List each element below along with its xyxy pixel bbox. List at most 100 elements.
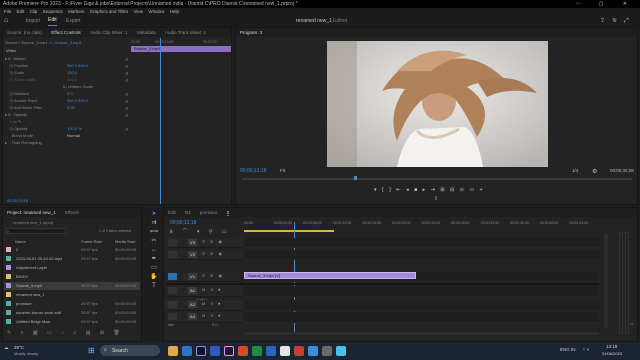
track-target-toggle[interactable] bbox=[168, 313, 177, 320]
menu-file[interactable]: File bbox=[4, 9, 11, 14]
tab-project[interactable]: Project: renamed new_1 bbox=[7, 210, 56, 215]
track-name[interactable]: V3 bbox=[188, 239, 197, 246]
network-volume-icons[interactable]: ◔ ◖ bbox=[582, 347, 589, 353]
project-item-row[interactable]: BIGDY bbox=[4, 273, 140, 281]
track-target-toggle[interactable] bbox=[168, 287, 177, 294]
track-lane[interactable] bbox=[244, 250, 599, 260]
premiere-icon[interactable] bbox=[196, 346, 206, 356]
track-lane[interactable] bbox=[244, 312, 599, 323]
ec-reset-icons[interactable]: ↺ ↺ ↺ ↺ ↺ ↺ ↺ ↺ ↺ bbox=[125, 56, 131, 133]
program-timecode[interactable]: 00;00;13;18 bbox=[240, 168, 266, 174]
track-divider[interactable] bbox=[166, 283, 599, 285]
label-color-swatch[interactable] bbox=[6, 283, 11, 288]
taskbar-search-box[interactable]: ⌕ Search bbox=[100, 345, 160, 356]
track-lock-visibility-icons[interactable]: ⚲ ⊘ ◉ bbox=[202, 251, 224, 256]
project-item-row[interactable]: summer-burner-work-edit 29.97 fps 00;00;00… bbox=[4, 309, 140, 317]
program-quality-dropdown[interactable]: 1/4 bbox=[572, 168, 578, 173]
photoshop-icon[interactable] bbox=[210, 346, 220, 356]
tab-effect-controls[interactable]: Effect Controls bbox=[51, 30, 80, 35]
project-item-row[interactable]: Untitled Beige Mad 29.97 fps 00;00;00;00 bbox=[4, 318, 140, 326]
timeline-tab-3[interactable]: 3 bbox=[226, 210, 230, 216]
program-playhead[interactable] bbox=[354, 176, 357, 180]
track-mute-solo-icons[interactable]: M S ⏺ bbox=[202, 301, 222, 306]
col-name[interactable]: Name bbox=[15, 239, 26, 244]
timeline-tab-b1[interactable]: B1 bbox=[185, 210, 191, 215]
tab-audio-track-mixer[interactable]: Audio Track Mixer: 1 bbox=[165, 30, 206, 35]
after-effects-icon[interactable] bbox=[224, 346, 234, 356]
ec-mask-icons[interactable]: ○ ▭ ✎ bbox=[5, 119, 21, 124]
label-color-swatch[interactable] bbox=[6, 265, 11, 270]
store-icon[interactable] bbox=[308, 346, 318, 356]
home-icon[interactable]: ⌂ bbox=[4, 15, 8, 27]
type-tool-icon[interactable]: T bbox=[148, 282, 160, 291]
tab-source[interactable]: Source: (no clips) bbox=[7, 30, 42, 35]
project-item-row[interactable]: Adjustment Layer bbox=[4, 264, 140, 272]
project-item-row[interactable]: 2023-06-01 09-43-20.mp4 29.97 fps 00;00;00… bbox=[4, 255, 140, 263]
track-lane[interactable] bbox=[244, 300, 599, 311]
program-transport-controls[interactable]: ▾{}⇤◂■▸⇥⊞⊟⊙▭+ bbox=[374, 187, 488, 193]
word-icon[interactable] bbox=[266, 346, 276, 356]
col-media-start[interactable]: Media Start bbox=[115, 239, 135, 244]
label-color-swatch[interactable] bbox=[6, 301, 11, 306]
ec-prop-time-remap[interactable]: ▸ Time Remapping bbox=[5, 140, 42, 145]
excel-icon[interactable] bbox=[252, 346, 262, 356]
timeline-toolbar[interactable]: ⋔ ⌒ ▾ ⚲ ▭ bbox=[169, 228, 231, 235]
project-bottom-toolbar[interactable]: ✎ ≡ ▦ ▭ ○ ⌕ ▤ ⊞ 🗑 bbox=[7, 330, 124, 336]
share-icon[interactable]: ⇪ bbox=[600, 15, 605, 27]
timeline-horizontal-scrollbar[interactable] bbox=[244, 332, 599, 335]
ripple-edit-tool-icon[interactable]: ⟺ bbox=[148, 228, 160, 237]
timeline-timecode[interactable]: 00;00;13;18 bbox=[170, 220, 196, 226]
menu-clip[interactable]: Clip bbox=[30, 9, 38, 14]
label-color-swatch[interactable] bbox=[6, 256, 11, 261]
ec-prop-motion[interactable]: ▸ fx Motion bbox=[5, 56, 25, 61]
track-target-toggle[interactable] bbox=[168, 239, 177, 246]
timeline-vertical-scrollbar[interactable] bbox=[604, 234, 608, 329]
program-fit-dropdown[interactable]: Fit bbox=[280, 168, 285, 173]
track-target-toggle[interactable] bbox=[168, 301, 177, 308]
ec-value-blend[interactable]: Normal bbox=[67, 133, 80, 138]
ec-clip-bar[interactable]: Source_3.mp4 bbox=[131, 46, 231, 52]
timeline-video-clip[interactable]: Source_3.mp4 [V] bbox=[244, 272, 416, 279]
media-player-icon[interactable] bbox=[294, 346, 304, 356]
label-color-swatch[interactable] bbox=[6, 319, 11, 324]
track-name[interactable]: A1 bbox=[188, 287, 197, 294]
col-frame-rate[interactable]: Frame Rate bbox=[81, 239, 102, 244]
ec-value-anchor[interactable]: 960.0 540.0 bbox=[67, 98, 88, 103]
label-color-swatch[interactable] bbox=[6, 292, 11, 297]
pen-tool-icon[interactable]: ✒ bbox=[148, 255, 160, 264]
ec-bottom-timecode[interactable]: 00;00;13;18 bbox=[7, 198, 28, 203]
menu-help[interactable]: Help bbox=[170, 9, 179, 14]
label-color-swatch[interactable] bbox=[6, 247, 11, 252]
clip-label[interactable]: 1 • Source_3.mp4 bbox=[49, 40, 81, 45]
menu-sequence[interactable]: Sequence bbox=[43, 9, 63, 14]
timeline-ruler[interactable]: 00;00 00;00;04;00 00;00;08;00 00;00;12;00 00… bbox=[244, 221, 599, 229]
tab-metadata[interactable]: Metadata bbox=[137, 30, 156, 35]
track-target-toggle[interactable] bbox=[168, 273, 177, 280]
track-lane[interactable] bbox=[244, 286, 599, 297]
track-lane[interactable] bbox=[244, 238, 599, 248]
window-controls[interactable]: – ▢ ✕ bbox=[577, 0, 636, 8]
timeline-tab-promace[interactable]: promace bbox=[200, 210, 218, 215]
project-item-row[interactable]: Source_3.mp4 29.97 fps 00;00;00;00 bbox=[4, 282, 140, 290]
wrench-icon[interactable]: ⚙ bbox=[592, 168, 597, 175]
source-label[interactable]: Source • Source_3.mp4 bbox=[5, 40, 47, 45]
clock-time[interactable]: 13:18 bbox=[606, 344, 617, 349]
start-button-icon[interactable]: ⊞ bbox=[88, 346, 95, 355]
ec-value-antiflicker[interactable]: 0.00 bbox=[67, 105, 75, 110]
label-color-swatch[interactable] bbox=[6, 310, 11, 315]
ec-value-position[interactable]: 960.0 540.0 bbox=[67, 63, 88, 68]
menu-view[interactable]: View bbox=[133, 9, 143, 14]
razor-tool-icon[interactable]: ✂ bbox=[148, 237, 160, 246]
weather-temp[interactable]: 29°C bbox=[14, 345, 24, 350]
mail-icon[interactable] bbox=[336, 346, 346, 356]
track-name[interactable]: V1 bbox=[188, 273, 197, 280]
ec-playhead[interactable] bbox=[160, 38, 161, 204]
project-item-row[interactable]: promace 29.97 fps 00;00;00;00 bbox=[4, 300, 140, 308]
menu-graphics[interactable]: Graphics and Titles bbox=[90, 9, 129, 14]
track-name[interactable]: A2 bbox=[188, 301, 197, 308]
menu-window[interactable]: Window bbox=[148, 9, 164, 14]
rectangle-tool-icon[interactable]: ▭ bbox=[148, 264, 160, 273]
tab-audio-clip-mixer[interactable]: Audio Clip Mixer: 1 bbox=[90, 30, 128, 35]
label-color-swatch[interactable] bbox=[6, 274, 11, 279]
track-lock-visibility-icons[interactable]: ⚲ ⊘ ◉ bbox=[202, 273, 224, 278]
